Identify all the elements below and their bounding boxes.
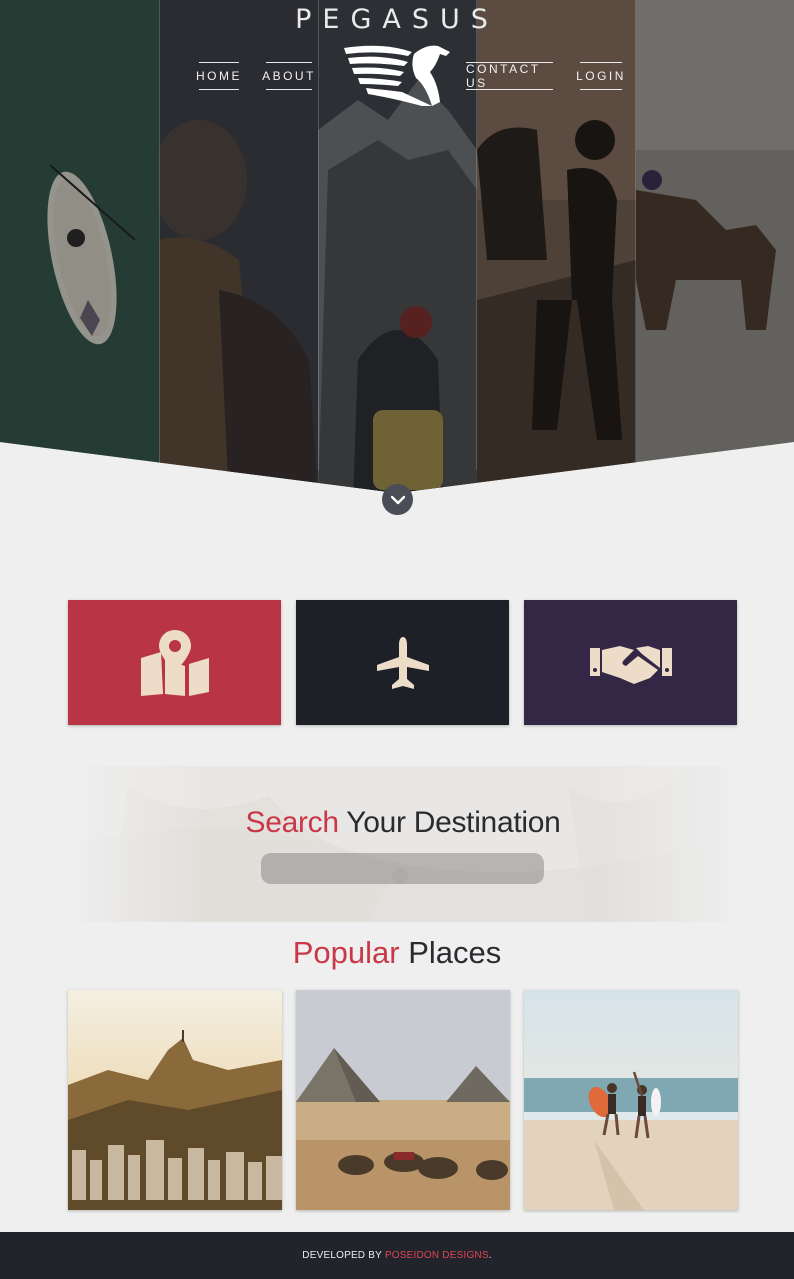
- search-background-image: [68, 766, 738, 922]
- rio-photo: [68, 990, 282, 1210]
- map-location-icon: [140, 629, 209, 696]
- footer-company-link[interactable]: POSEIDON DESIGNS: [385, 1250, 489, 1261]
- footer-prefix: DEVELOPED BY: [302, 1250, 382, 1261]
- hero-panel-camels: [636, 0, 794, 493]
- popular-heading-rest: Places: [399, 935, 502, 970]
- destination-search-input[interactable]: [261, 853, 544, 884]
- nav-about-link[interactable]: ABOUT: [262, 62, 313, 90]
- footer: DEVELOPED BY POSEIDON DESIGNS.: [0, 1232, 794, 1279]
- partners-tile[interactable]: [524, 600, 737, 725]
- place-card-pyramids[interactable]: [296, 990, 510, 1210]
- pyramids-photo: [296, 990, 510, 1210]
- search-section: Search Your Destination: [68, 766, 738, 922]
- place-card-rio[interactable]: [68, 990, 282, 1210]
- nav-home-link[interactable]: HOME: [196, 62, 240, 90]
- handshake-icon: [589, 645, 672, 684]
- brand-name: PEGASUS: [295, 4, 499, 35]
- chevron-down-icon: [390, 495, 405, 504]
- search-heading-rest: Your Destination: [338, 806, 561, 839]
- beach-photo: [524, 990, 738, 1210]
- flights-tile[interactable]: [296, 600, 509, 725]
- footer-suffix: .: [488, 1250, 492, 1261]
- search-heading: Search Your Destination: [68, 806, 738, 840]
- pegasus-logo-icon[interactable]: [342, 42, 454, 108]
- nav-login-link[interactable]: LOGIN: [576, 62, 623, 90]
- search-heading-accent: Search: [245, 806, 340, 839]
- popular-heading-accent: Popular: [292, 935, 400, 970]
- maps-tile[interactable]: [68, 600, 281, 725]
- scroll-down-button[interactable]: [382, 484, 413, 515]
- popular-heading: Popular Places: [0, 935, 794, 971]
- place-card-beach[interactable]: [524, 990, 738, 1210]
- hero-panel-paddleboard: [0, 0, 159, 493]
- plane-icon: [376, 636, 429, 689]
- nav-contact-link[interactable]: CONTACT US: [466, 62, 553, 90]
